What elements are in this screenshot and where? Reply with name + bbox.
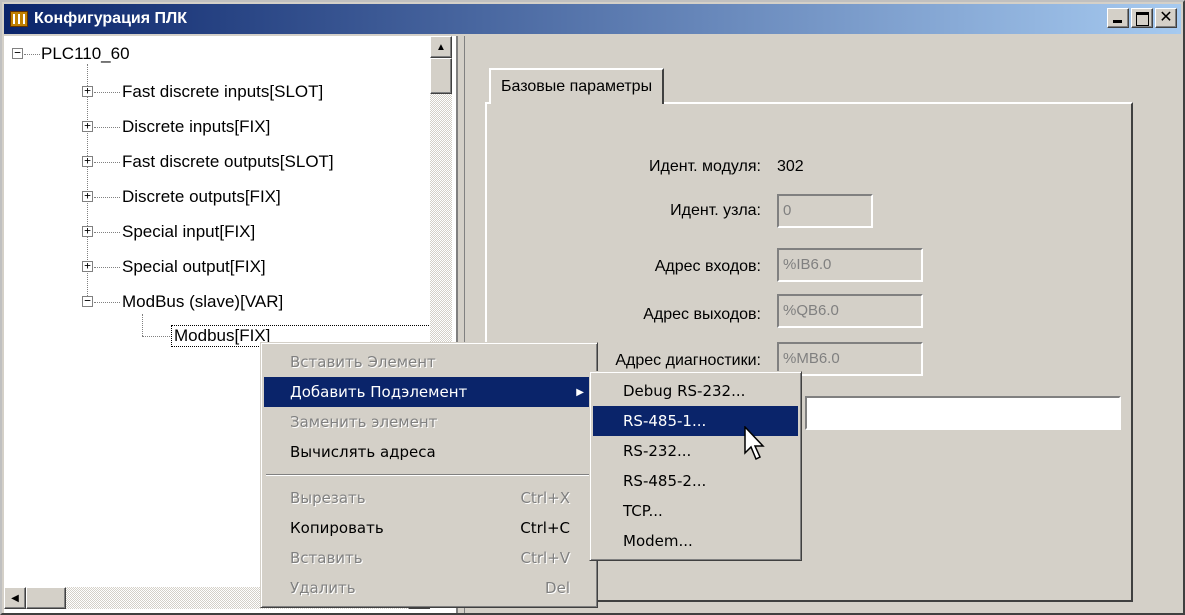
tree-item-modbus-slave[interactable]: ModBus (slave)[VAR] bbox=[122, 292, 283, 312]
submenu-item-debug-rs232[interactable]: Debug RS-232... bbox=[593, 376, 798, 406]
inputs-address-field[interactable]: %IB6.0 bbox=[777, 248, 923, 282]
window-title: Конфигурация ПЛК bbox=[34, 10, 188, 27]
info-bar bbox=[805, 396, 1121, 430]
horizontal-scroll-thumb[interactable] bbox=[26, 587, 66, 609]
tree-item-fast-discrete-inputs[interactable]: Fast discrete inputs[SLOT] bbox=[122, 82, 323, 102]
tree-item-fast-discrete-outputs[interactable]: Fast discrete outputs[SLOT] bbox=[122, 152, 334, 172]
submenu-arrow-icon: ▶ bbox=[576, 386, 584, 398]
module-id-value: 302 bbox=[777, 158, 804, 175]
tree-item-special-input[interactable]: Special input[FIX] bbox=[122, 222, 255, 242]
scroll-up-button[interactable]: ▲ bbox=[430, 36, 452, 58]
minimize-button[interactable] bbox=[1107, 8, 1129, 28]
plc-configuration-window: Конфигурация ПЛК ✕ − PLC110_60 + Fast di… bbox=[0, 0, 1185, 615]
inputs-address-label: Адрес входов: bbox=[654, 258, 761, 275]
module-id-label: Идент. модуля: bbox=[649, 158, 761, 175]
expand-icon[interactable]: + bbox=[82, 190, 93, 202]
title-bar[interactable]: Конфигурация ПЛК ✕ bbox=[4, 4, 1181, 34]
menu-separator bbox=[266, 474, 592, 476]
menu-item-calc-addresses[interactable]: Вычислять адреса bbox=[264, 437, 594, 467]
submenu-item-modem[interactable]: Modem... bbox=[593, 526, 798, 556]
node-id-field[interactable]: 0 bbox=[777, 194, 873, 228]
expand-icon[interactable]: + bbox=[82, 85, 93, 97]
expand-icon[interactable]: + bbox=[82, 155, 93, 167]
expand-icon[interactable]: + bbox=[82, 120, 93, 132]
mouse-pointer-icon bbox=[744, 426, 765, 461]
tree-root-plc[interactable]: PLC110_60 bbox=[41, 44, 130, 64]
outputs-address-label: Адрес выходов: bbox=[643, 306, 761, 323]
collapse-icon[interactable]: − bbox=[82, 295, 93, 307]
tab-base-params[interactable]: Базовые параметры bbox=[489, 68, 665, 104]
expand-icon[interactable]: + bbox=[82, 225, 93, 237]
scroll-thumb[interactable] bbox=[430, 58, 452, 94]
close-button[interactable]: ✕ bbox=[1155, 8, 1177, 28]
diag-address-label: Адрес диагностики: bbox=[615, 352, 761, 369]
menu-item-cut[interactable]: Вырезать Ctrl+X bbox=[264, 483, 594, 513]
tree-item-special-output[interactable]: Special output[FIX] bbox=[122, 257, 266, 277]
app-icon bbox=[10, 11, 28, 27]
menu-item-insert-element[interactable]: Вставить Элемент bbox=[264, 347, 594, 377]
add-subelement-submenu: Debug RS-232... RS-485-1... RS-232... RS… bbox=[589, 371, 802, 561]
menu-item-copy[interactable]: Копировать Ctrl+C bbox=[264, 513, 594, 543]
context-menu: Вставить Элемент Добавить Подэлемент ▶ За… bbox=[260, 342, 598, 608]
tree-item-discrete-inputs[interactable]: Discrete inputs[FIX] bbox=[122, 117, 270, 137]
outputs-address-field[interactable]: %QB6.0 bbox=[777, 294, 923, 328]
menu-item-paste[interactable]: Вставить Ctrl+V bbox=[264, 543, 594, 573]
menu-item-add-subelement[interactable]: Добавить Подэлемент ▶ bbox=[264, 377, 594, 407]
scroll-left-button[interactable]: ◀ bbox=[4, 587, 26, 609]
node-id-label: Идент. узла: bbox=[670, 202, 761, 219]
collapse-icon[interactable]: − bbox=[12, 47, 23, 59]
expand-icon[interactable]: + bbox=[82, 260, 93, 272]
maximize-button[interactable] bbox=[1131, 8, 1153, 28]
tree-item-discrete-outputs[interactable]: Discrete outputs[FIX] bbox=[122, 187, 281, 207]
submenu-item-tcp[interactable]: TCP... bbox=[593, 496, 798, 526]
menu-item-delete[interactable]: Удалить Del bbox=[264, 573, 594, 603]
menu-item-replace-element[interactable]: Заменить элемент bbox=[264, 407, 594, 437]
submenu-item-rs485-2[interactable]: RS-485-2... bbox=[593, 466, 798, 496]
